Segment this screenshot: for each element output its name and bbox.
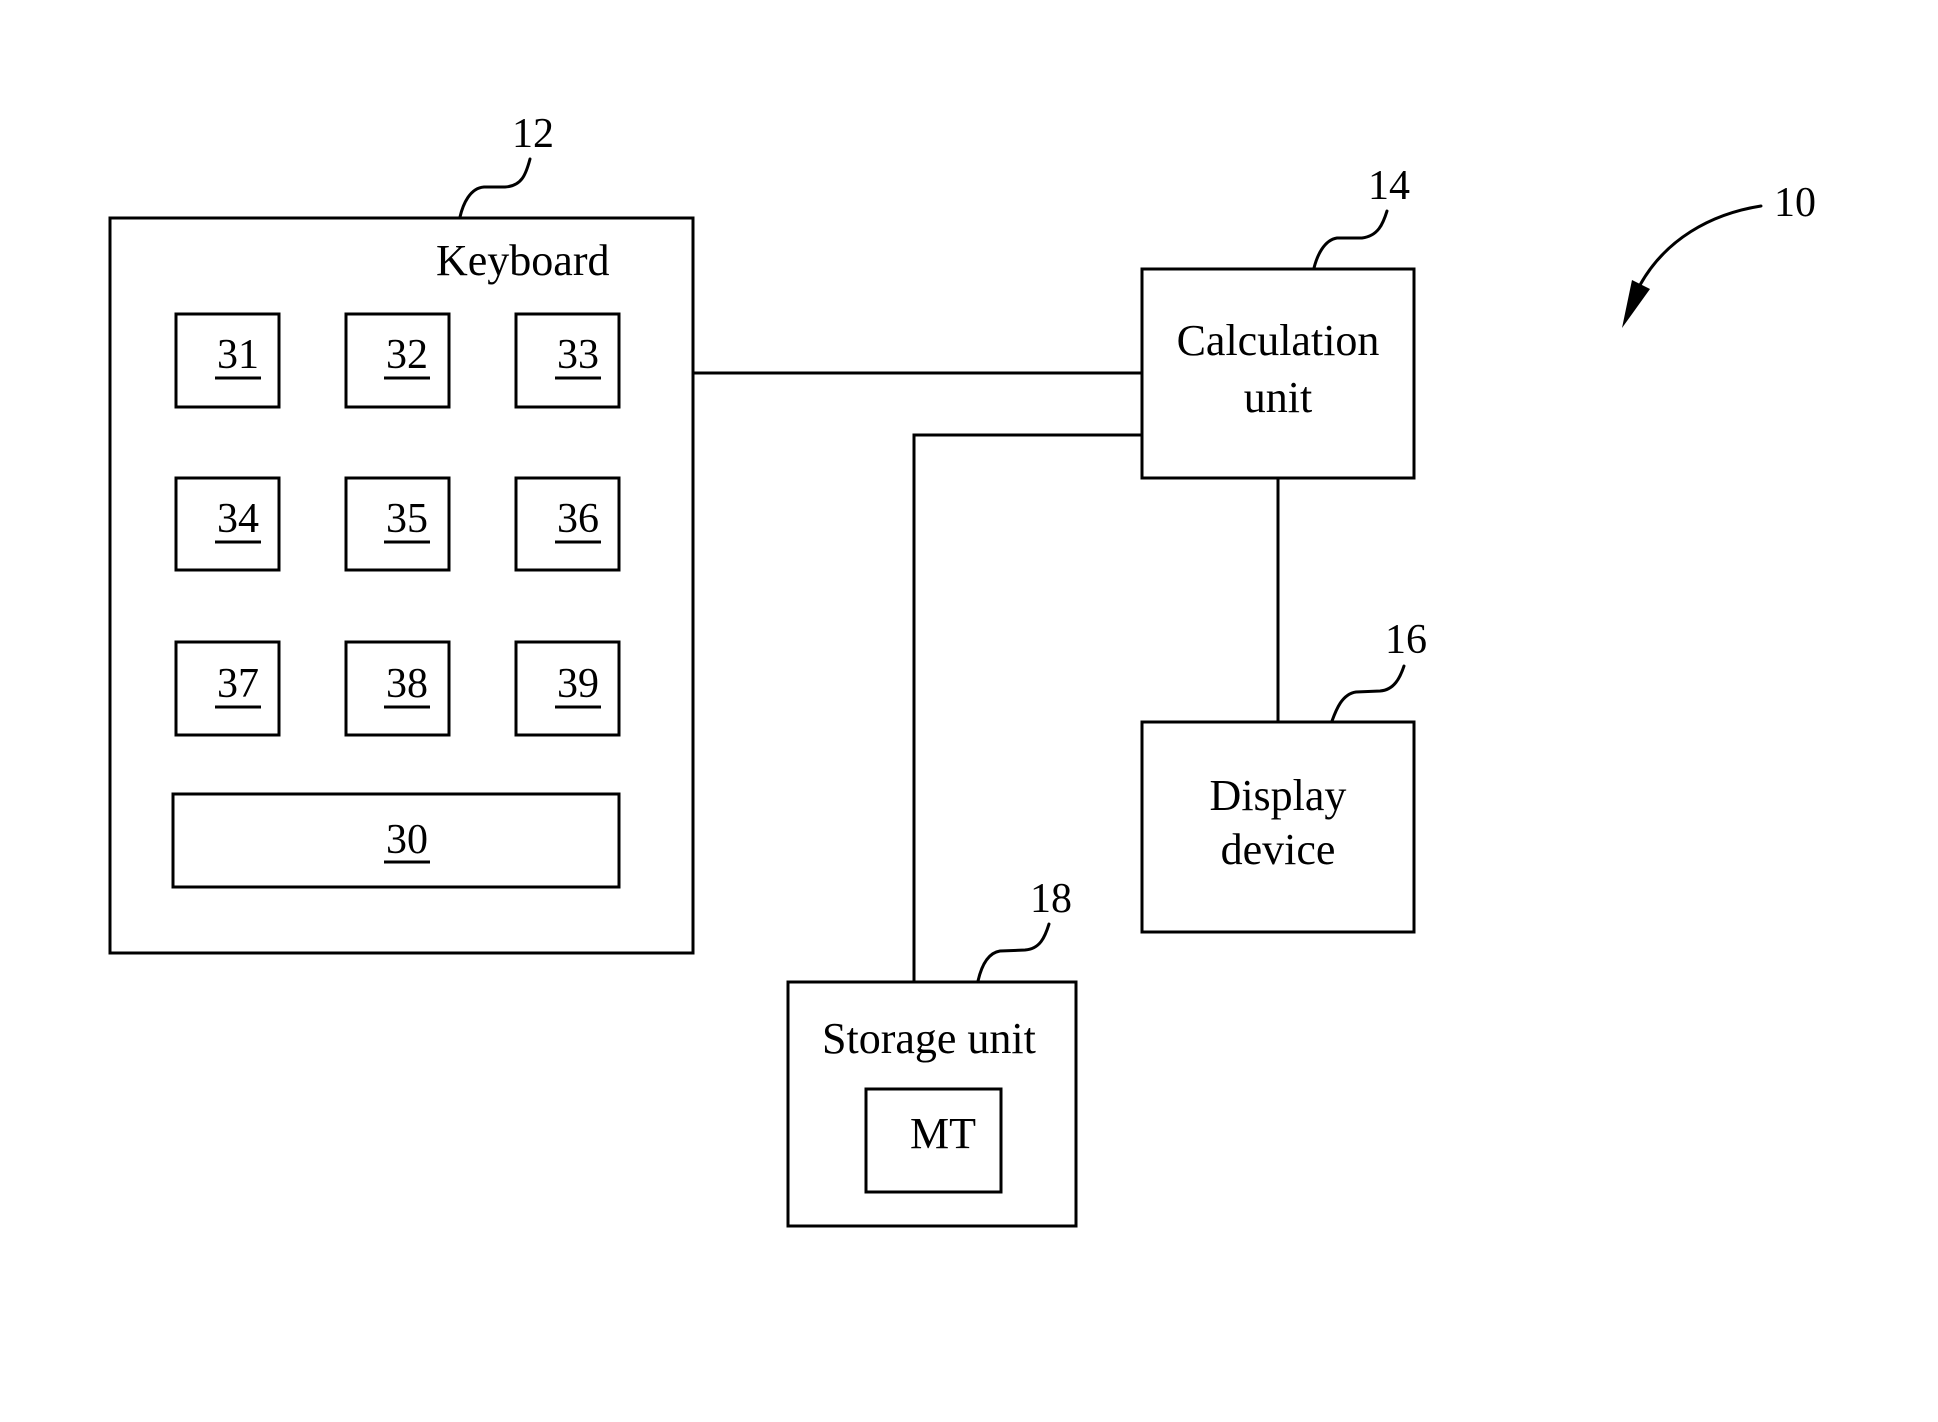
key-label: 33 xyxy=(557,332,599,378)
storage-unit-ref-leader xyxy=(976,922,1051,983)
storage-to-calculation-wire xyxy=(912,433,1142,982)
keyboard-label: Keyboard xyxy=(436,236,610,285)
bar-label: 30 xyxy=(386,817,428,863)
display-device-ref-leader xyxy=(1330,664,1406,723)
keyboard-ref-leader xyxy=(458,157,532,219)
calculation-unit-ref-leader xyxy=(1312,209,1389,270)
key-label: 36 xyxy=(557,496,599,542)
key-31: 31 xyxy=(174,312,281,409)
calculation-unit-label-line2: unit xyxy=(1244,373,1312,422)
key-38: 38 xyxy=(344,640,451,737)
key-39: 39 xyxy=(514,640,621,737)
key-label: 37 xyxy=(217,661,259,707)
display-device-label-line2: device xyxy=(1221,825,1336,874)
figure-ref-label: 10 xyxy=(1774,180,1816,226)
mt-label: MT xyxy=(910,1109,976,1158)
key-label: 32 xyxy=(386,332,428,378)
figure-ref-10: 10 xyxy=(1622,180,1816,328)
key-label: 34 xyxy=(217,496,259,542)
key-label: 31 xyxy=(217,332,259,378)
keyboard-ref: 12 xyxy=(512,111,554,157)
storage-unit-label: Storage unit xyxy=(822,1014,1036,1063)
calculation-unit-label-line1: Calculation xyxy=(1177,316,1380,365)
display-device-ref: 16 xyxy=(1385,617,1427,663)
key-34: 34 xyxy=(174,476,281,572)
keyboard-block: Keyboard 12 31 32 33 34 35 36 37 38 39 3… xyxy=(108,111,695,955)
key-label: 38 xyxy=(386,661,428,707)
key-35: 35 xyxy=(344,476,451,572)
display-device-block: Display device 16 xyxy=(1140,617,1427,934)
key-33: 33 xyxy=(514,312,621,409)
key-bar-30: 30 xyxy=(171,792,621,889)
key-37: 37 xyxy=(174,640,281,737)
calculation-unit-ref: 14 xyxy=(1368,163,1410,209)
figure-arrow-curve xyxy=(1638,204,1763,287)
calculation-unit-block: Calculation unit 14 xyxy=(1140,163,1416,480)
block-diagram: 10 Keyboard 12 31 32 33 34 35 36 37 38 3… xyxy=(108,111,1816,1228)
key-36: 36 xyxy=(514,476,621,572)
key-label: 35 xyxy=(386,496,428,542)
storage-unit-ref: 18 xyxy=(1030,876,1072,922)
arrowhead-icon xyxy=(1622,280,1650,328)
storage-unit-block: Storage unit MT 18 xyxy=(786,876,1078,1228)
key-label: 39 xyxy=(557,661,599,707)
display-device-label-line1: Display xyxy=(1210,771,1347,820)
key-32: 32 xyxy=(344,312,451,409)
